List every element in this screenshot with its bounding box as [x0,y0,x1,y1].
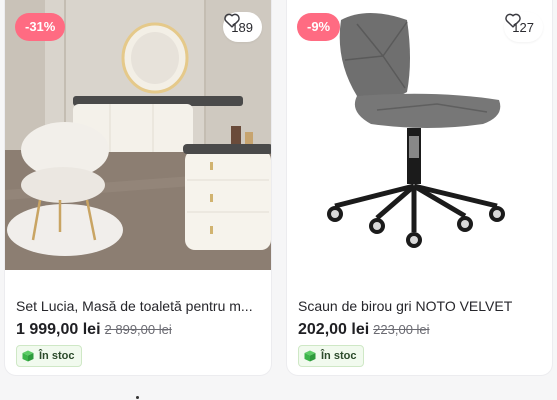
heart-icon [505,13,522,28]
old-price: 223,00 lei [373,322,430,337]
price-row: 1 999,00 lei 2 899,00 lei [16,321,172,339]
next-row-edge [136,396,139,399]
box-icon [304,350,316,362]
discount-badge: -31% [15,13,66,41]
product-card[interactable]: -31% 189 Set Lucia, Masă de toaletă pent… [4,0,272,376]
price-row: 202,00 lei 223,00 lei [298,321,430,339]
favorite-button[interactable]: 189 [223,12,262,42]
product-title[interactable]: Set Lucia, Masă de toaletă pentru m... [16,298,261,314]
discount-badge: -9% [297,13,341,41]
product-image[interactable]: -9% 127 [287,0,552,270]
product-title[interactable]: Scaun de birou gri NOTO VELVET [298,298,542,314]
product-image[interactable]: -31% 189 [5,0,271,270]
old-price: 2 899,00 lei [104,322,172,337]
favorite-button[interactable]: 127 [504,12,543,42]
stock-badge: În stoc [298,345,365,367]
product-card[interactable]: -9% 127 Scaun de birou gri NOTO VELVET 2… [286,0,553,376]
current-price: 202,00 lei [298,321,370,338]
stock-badge: În stoc [16,345,83,367]
heart-icon [224,13,241,28]
stock-label: În stoc [39,350,75,362]
current-price: 1 999,00 lei [16,321,101,338]
box-icon [22,350,34,362]
stock-label: În stoc [321,350,357,362]
